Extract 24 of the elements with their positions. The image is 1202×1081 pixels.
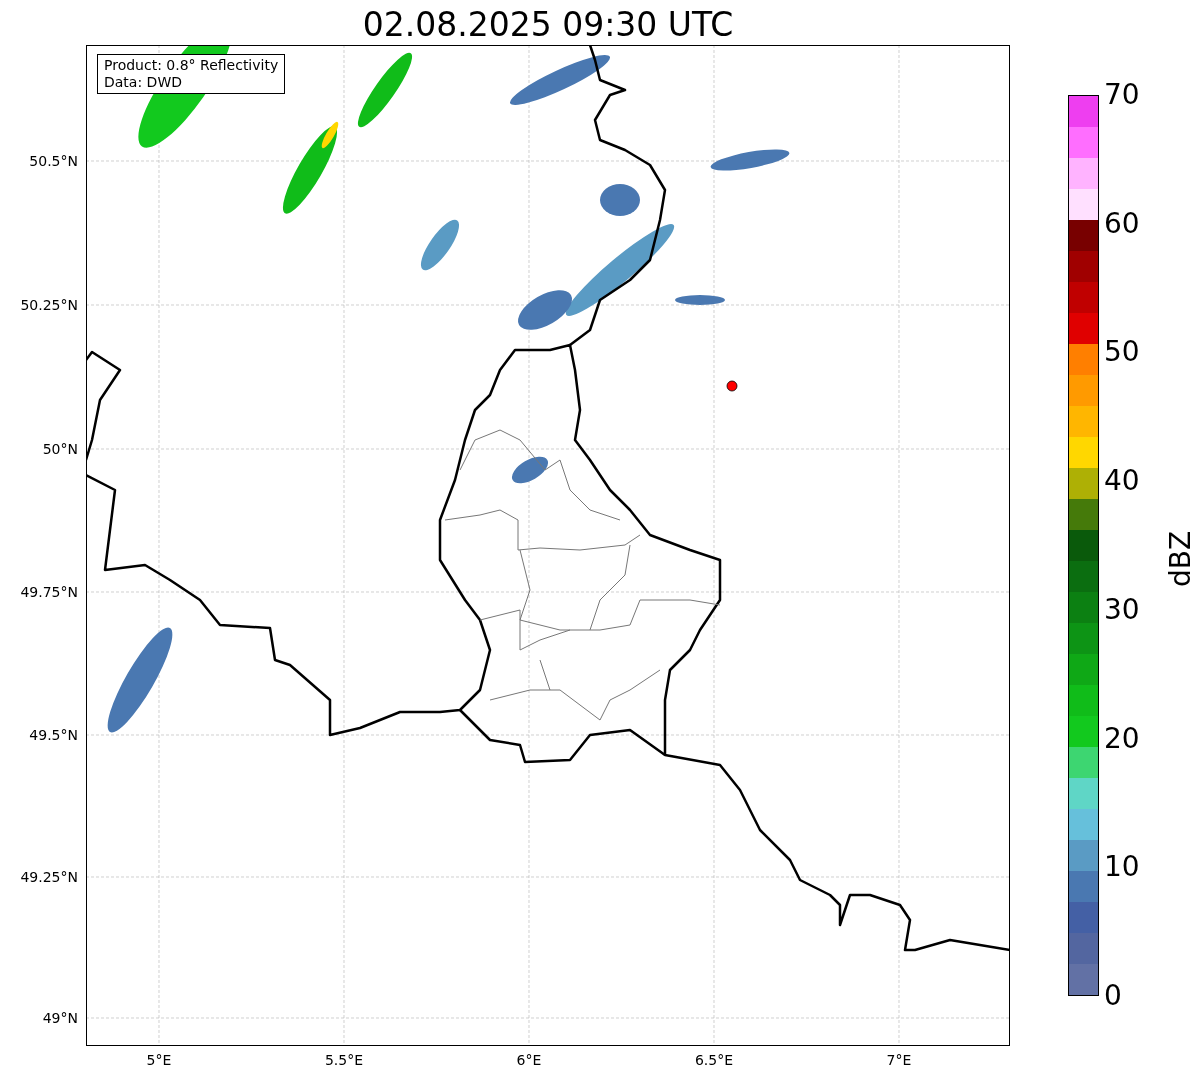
colorbar-tick-label: 10	[1104, 851, 1140, 884]
colorbar-tick-label: 30	[1104, 593, 1140, 626]
chart-title: 02.08.2025 09:30 UTC	[362, 5, 734, 44]
axis-tick-label: 49°N	[41, 1010, 78, 1026]
info-text: Data: DWD	[104, 74, 183, 91]
axis-tick-label: 50.25°N	[19, 297, 78, 313]
axis-tick-label: 49.5°N	[28, 727, 78, 743]
axis-tick-label: 5°E	[145, 1052, 173, 1068]
colorbar-tick-label: 0	[1104, 980, 1122, 1012]
colorbar-tick-label: 20	[1104, 722, 1140, 755]
colorbar-tick-label: 40	[1104, 465, 1140, 498]
colorbar-tick-label: 50	[1104, 336, 1140, 369]
axis-tick-label: 49.25°N	[19, 869, 78, 885]
axis-tick-label: 5.5°E	[323, 1052, 365, 1068]
info-text: Product: 0.8° Reflectivity	[104, 57, 279, 74]
colorbar-label: dBZ	[1165, 530, 1197, 588]
axis-tick-label: 7°E	[885, 1052, 913, 1068]
colorbar-tick-label: 60	[1104, 207, 1140, 240]
axis-tick-label: 49.75°N	[19, 584, 78, 600]
axis-tick-label: 50°N	[41, 441, 78, 457]
axis-tick-label: 6°E	[515, 1052, 543, 1068]
axis-tick-label: 50.5°N	[28, 153, 78, 169]
axis-tick-label: 6.5°E	[693, 1052, 735, 1068]
colorbar-tick-label: 70	[1104, 79, 1140, 111]
